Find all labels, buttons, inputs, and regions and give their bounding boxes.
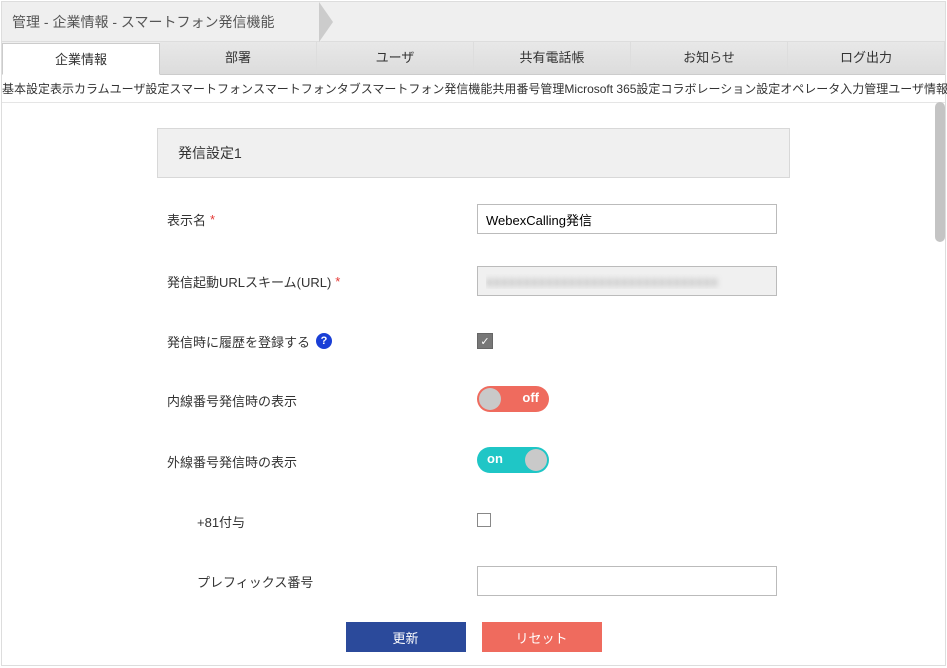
breadcrumb-bar: 管理 - 企業情報 - スマートフォン発信機能 <box>2 2 945 42</box>
update-button[interactable]: 更新 <box>346 622 466 652</box>
content-scroll[interactable]: 発信設定1 表示名* 発信起動URLスキーム(URL)* <box>2 98 945 665</box>
show-external-toggle[interactable]: on <box>477 447 549 473</box>
tab-company-info[interactable]: 企業情報 <box>2 43 160 75</box>
tab-log-output[interactable]: ログ出力 <box>788 42 945 74</box>
row-show-external: 外線番号発信時の表示 on <box>157 431 790 492</box>
breadcrumb: 管理 - 企業情報 - スマートフォン発信機能 <box>12 12 274 32</box>
url-scheme-input[interactable] <box>477 266 777 296</box>
show-internal-toggle[interactable]: off <box>477 386 549 412</box>
section-header: 発信設定1 <box>157 128 790 178</box>
label-url-scheme: 発信起動URLスキーム(URL)* <box>157 272 477 291</box>
subtab-collab[interactable]: コラボレーション設定 <box>660 78 780 99</box>
subtab-smartphone-call[interactable]: スマートフォン発信機能 <box>361 78 493 99</box>
reset-button[interactable]: リセット <box>482 622 602 652</box>
add-81-checkbox[interactable] <box>477 513 491 527</box>
display-name-input[interactable] <box>477 204 777 234</box>
label-save-history: 発信時に履歴を登録する ? <box>157 332 477 351</box>
row-add-81: +81付与 <box>157 492 790 550</box>
label-show-internal: 内線番号発信時の表示 <box>157 391 477 410</box>
label-show-external: 外線番号発信時の表示 <box>157 452 477 471</box>
subtab-smartphone[interactable]: スマートフォン <box>169 78 253 99</box>
subtab-operator[interactable]: オペレータ入力管理 <box>780 78 888 99</box>
tab-notice[interactable]: お知らせ <box>631 42 788 74</box>
row-prefix: プレフィックス番号 <box>157 550 790 612</box>
toggle-knob-icon <box>479 388 501 410</box>
toggle-knob-icon <box>525 449 547 471</box>
subtab-basic[interactable]: 基本設定 <box>2 78 50 99</box>
row-save-history: 発信時に履歴を登録する ? ✓ <box>157 312 790 370</box>
row-show-internal: 内線番号発信時の表示 off <box>157 370 790 431</box>
required-icon: * <box>210 212 215 227</box>
label-prefix: プレフィックス番号 <box>157 572 477 591</box>
tab-shared-phonebook[interactable]: 共有電話帳 <box>474 42 631 74</box>
subtab-smartphone-tab[interactable]: スマートフォンタブ <box>253 78 361 99</box>
breadcrumb-chevron-icon <box>320 2 334 42</box>
subtab-user-settings[interactable]: ユーザ設定 <box>110 78 170 99</box>
subtab-user-output[interactable]: ユーザ情報出力管理 <box>888 78 947 99</box>
help-icon[interactable]: ? <box>316 333 332 349</box>
label-add-81: +81付与 <box>157 512 477 531</box>
row-display-name: 表示名* <box>157 188 790 250</box>
section-title: 発信設定1 <box>178 145 242 161</box>
required-icon: * <box>335 274 340 289</box>
subtab-columns[interactable]: 表示カラム <box>50 78 110 99</box>
label-display-name: 表示名* <box>157 210 477 229</box>
action-bar: 更新 リセット <box>157 612 790 665</box>
subtab-shared-number[interactable]: 共用番号管理 <box>492 78 564 99</box>
prefix-input[interactable] <box>477 566 777 596</box>
tab-user[interactable]: ユーザ <box>317 42 474 74</box>
subtab-m365[interactable]: Microsoft 365設定 <box>564 78 660 99</box>
row-url-scheme: 発信起動URLスキーム(URL)* <box>157 250 790 312</box>
main-tabs: 企業情報 部署 ユーザ 共有電話帳 お知らせ ログ出力 <box>2 42 945 75</box>
tab-department[interactable]: 部署 <box>160 42 317 74</box>
form-panel: 発信設定1 表示名* 発信起動URLスキーム(URL)* <box>157 128 790 665</box>
save-history-checkbox[interactable]: ✓ <box>477 333 493 349</box>
